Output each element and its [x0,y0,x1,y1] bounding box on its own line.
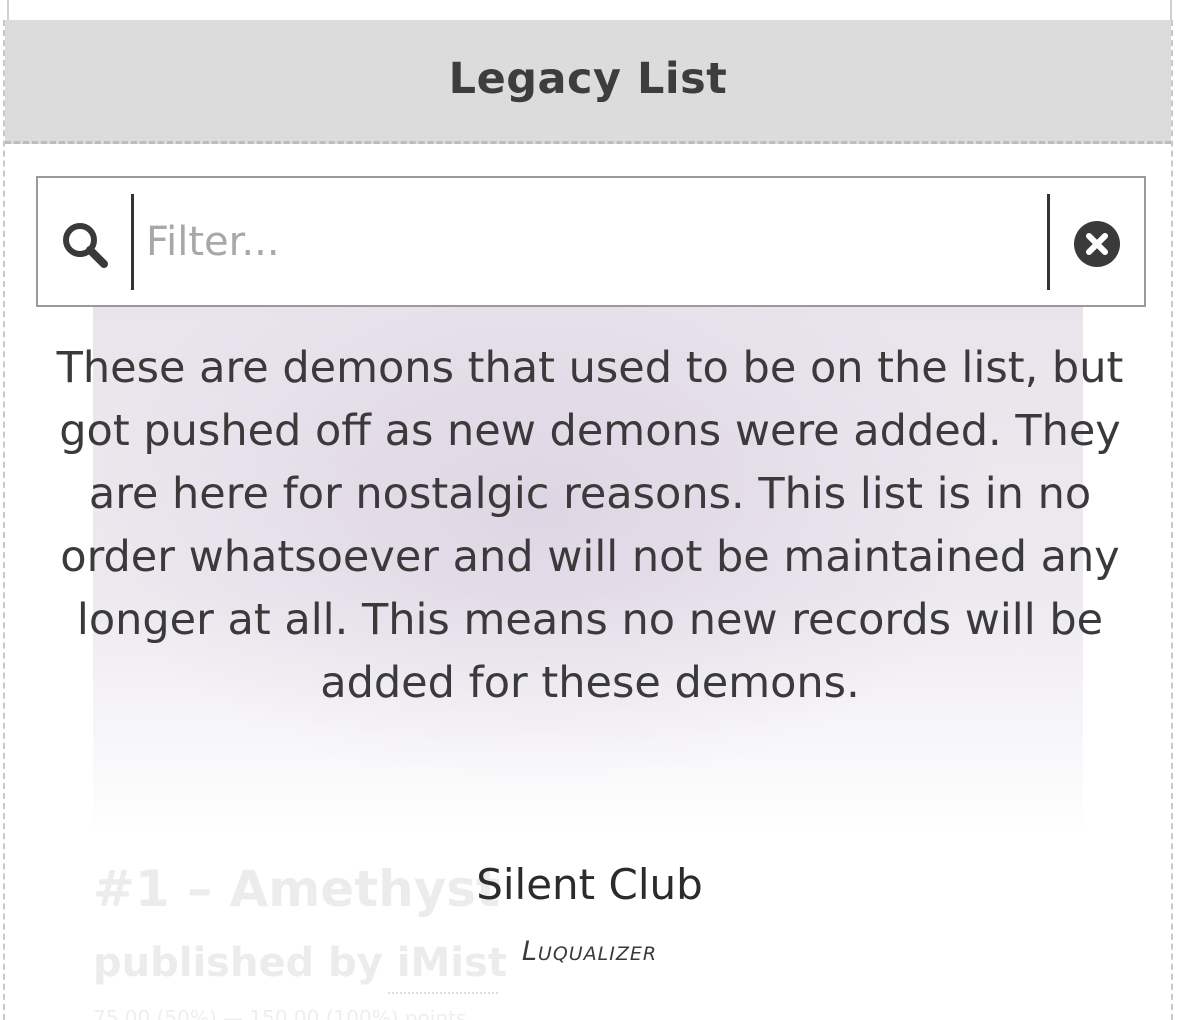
filter-divider-right [1047,194,1050,290]
top-strip-left-edge [0,0,9,20]
song-title: Silent Club [476,860,703,909]
background-level-stats: 75.00 (50%) — 150.00 (100%) points [93,1006,467,1020]
legacy-list-description: These are demons that used to be on the … [56,343,1124,708]
page: Legacy List #1 – Amethyst published by i… [0,0,1179,1020]
filter-box [36,176,1146,307]
song-artist: Luqualizer [521,936,658,967]
filter-divider-left [131,194,134,290]
search-icon [63,223,108,268]
panel-header: Legacy List [5,20,1171,144]
publisher-underline [388,992,498,994]
top-strip-right-edge [1170,0,1179,20]
panel-title: Legacy List [448,54,728,104]
top-strip [0,0,1179,20]
filter-input[interactable] [146,202,1036,282]
clear-icon[interactable] [1073,220,1121,268]
